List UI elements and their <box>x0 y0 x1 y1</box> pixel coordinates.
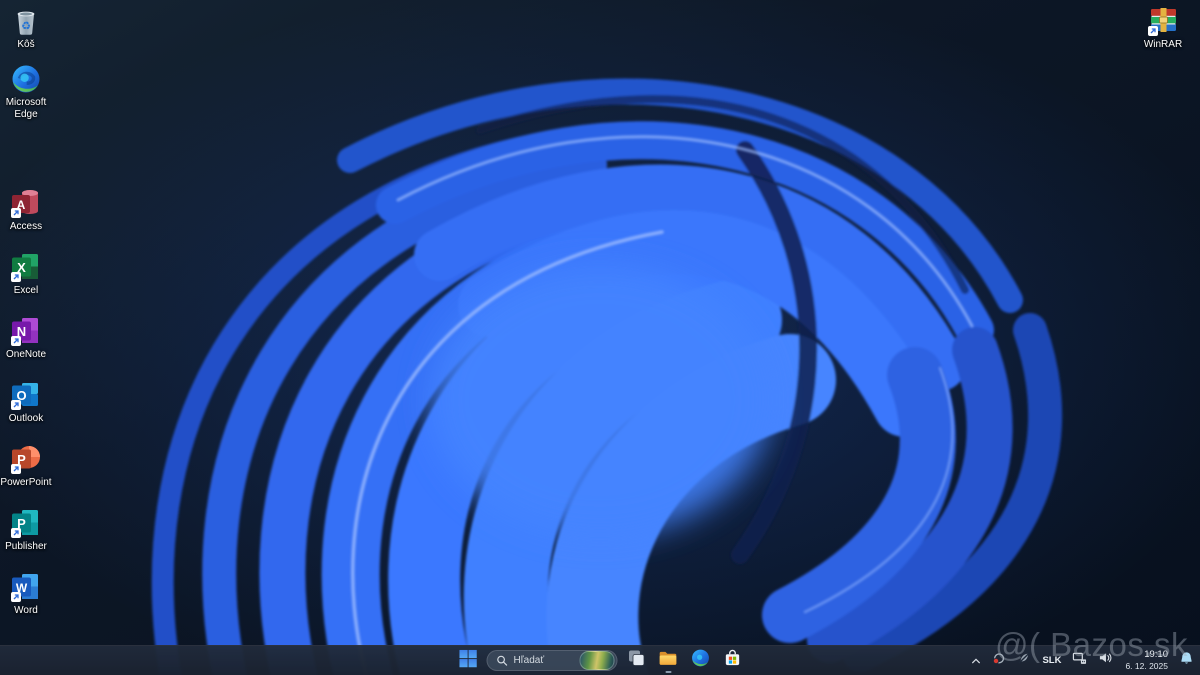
taskbar-center <box>455 646 746 675</box>
desktop-icon-label: Kôš <box>17 39 35 50</box>
volume-button[interactable] <box>1096 649 1115 673</box>
running-indicator <box>665 670 671 673</box>
desktop-icon-onenote[interactable]: N OneNote <box>0 315 55 361</box>
publisher-icon: P <box>10 507 42 539</box>
desktop-icon-word[interactable]: W Word <box>0 571 55 617</box>
windows-logo-icon <box>459 649 478 673</box>
desktop-icon-label: Publisher <box>5 541 47 552</box>
recycle-bin-icon: ♻ <box>10 5 42 37</box>
search-highlight-thumbnail[interactable] <box>579 651 615 670</box>
windows-desktop: ♻ Kôš Microsoft Edge A Access X Excel N … <box>0 0 1200 675</box>
desktop-icon-label: Outlook <box>8 413 44 424</box>
access-icon: A <box>10 187 42 219</box>
tray-status[interactable] <box>1015 649 1033 673</box>
desktop-icon-excel[interactable]: X Excel <box>0 251 55 297</box>
task-view-icon <box>626 648 646 673</box>
taskbar-search[interactable] <box>486 650 618 671</box>
svg-text:♻: ♻ <box>21 21 31 33</box>
desktop-icon-label: Access <box>9 221 43 232</box>
language-indicator[interactable]: SLK <box>1040 649 1063 673</box>
ethernet-icon <box>1072 651 1087 670</box>
desktop-icon-label: OneNote <box>5 349 47 360</box>
winrar-icon <box>1147 5 1179 37</box>
speaker-icon <box>1098 651 1113 670</box>
desktop-icon-access[interactable]: A Access <box>0 187 55 233</box>
sync-alert-icon <box>992 651 1006 670</box>
language-label: SLK <box>1042 655 1062 666</box>
desktop-icon-publisher[interactable]: P Publisher <box>0 507 55 553</box>
start-button[interactable] <box>455 648 482 673</box>
desktop-icon-winrar[interactable]: WinRAR <box>1134 5 1192 51</box>
desktop-icon-label: Word <box>14 605 38 616</box>
word-icon: W <box>10 571 42 603</box>
hidden-icons-button[interactable] <box>969 649 983 673</box>
desktop-icon-label: Excel <box>13 285 39 296</box>
desktop-icon-microsoft-edge[interactable]: Microsoft Edge <box>0 63 55 120</box>
search-input[interactable] <box>513 655 574 666</box>
clock[interactable]: 19:10 6. 12. 2025 <box>1122 649 1171 671</box>
task-view-button[interactable] <box>623 648 650 673</box>
notifications-button[interactable] <box>1178 649 1195 673</box>
taskbar: SLK <box>0 645 1200 675</box>
desktop-icon-outlook[interactable]: O Outlook <box>0 379 55 425</box>
chevron-up-icon <box>971 652 981 670</box>
edge-button[interactable] <box>687 648 714 673</box>
system-tray: SLK 19:10 6. 12. 2025 <box>969 646 1195 675</box>
store-bag-icon <box>722 648 742 673</box>
file-explorer-button[interactable] <box>655 648 682 673</box>
notification-bell-icon <box>1180 651 1193 670</box>
outlook-icon: O <box>10 379 42 411</box>
date-label: 6. 12. 2025 <box>1125 660 1168 671</box>
excel-icon: X <box>10 251 42 283</box>
microsoft-store-button[interactable] <box>719 648 746 673</box>
network-button[interactable] <box>1070 649 1089 673</box>
edge-icon <box>10 63 42 95</box>
search-icon <box>497 655 508 666</box>
desktop-icon-recycle-bin[interactable]: ♻ Kôš <box>0 5 55 51</box>
onenote-icon: N <box>10 315 42 347</box>
powerpoint-icon: P <box>10 443 42 475</box>
slash-icon <box>1017 651 1031 670</box>
edge-icon <box>690 648 710 673</box>
time-label: 19:10 <box>1144 649 1168 660</box>
desktop-icon-label: WinRAR <box>1143 39 1183 50</box>
tray-sync-status[interactable] <box>990 649 1008 673</box>
wallpaper-bloom <box>0 0 1200 675</box>
desktop-icon-powerpoint[interactable]: P PowerPoint <box>0 443 55 489</box>
desktop-icon-label: Microsoft Edge <box>5 97 47 120</box>
desktop-icon-label: PowerPoint <box>0 477 52 488</box>
